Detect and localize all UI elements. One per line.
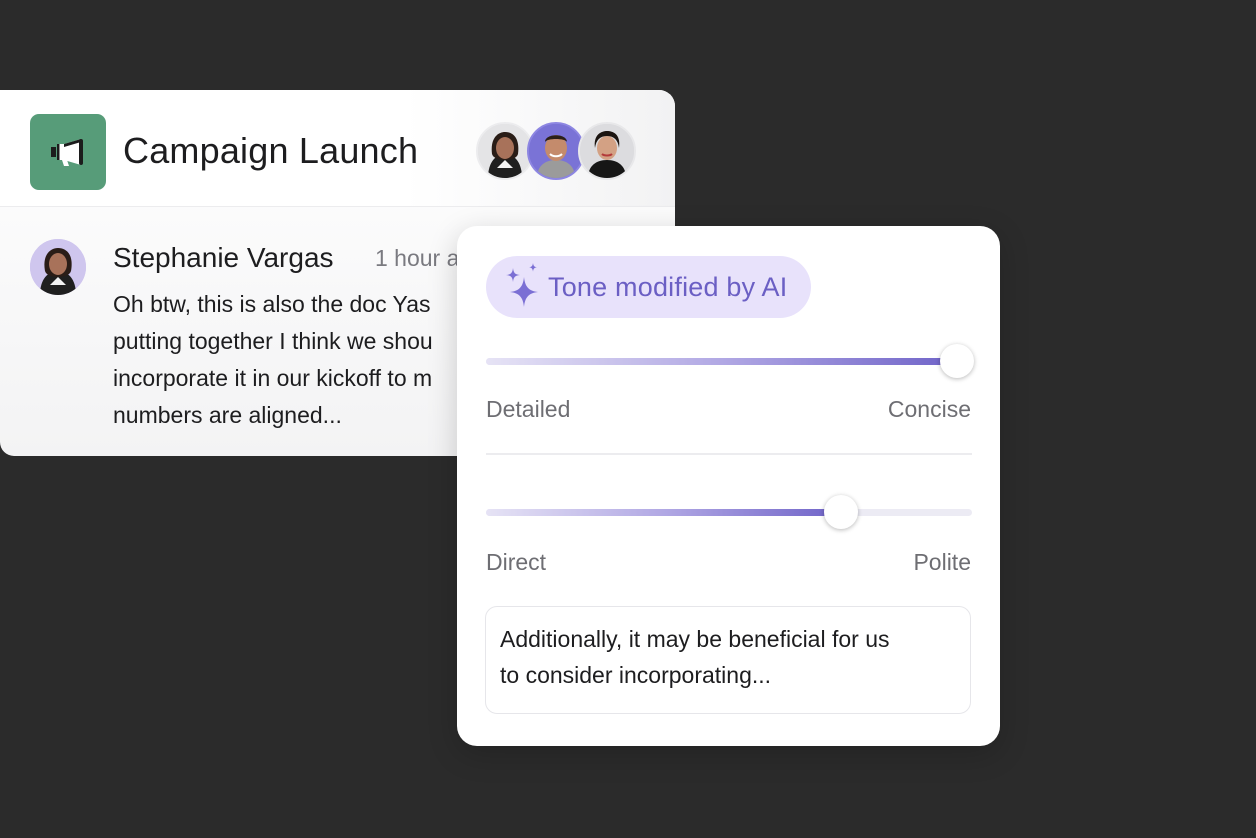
ai-tone-badge: Tone modified by AI bbox=[486, 256, 812, 318]
slider-label-concise: Concise bbox=[887, 396, 971, 422]
member-avatar-3[interactable] bbox=[578, 122, 636, 180]
project-title: Campaign Launch bbox=[123, 130, 419, 171]
slider-label-direct: Direct bbox=[486, 549, 547, 575]
comment-author-avatar[interactable] bbox=[30, 239, 86, 295]
slider-thumb[interactable] bbox=[823, 495, 858, 529]
ai-badge-label: Tone modified by AI bbox=[548, 271, 788, 302]
preview-line: to consider incorporating... bbox=[500, 662, 772, 688]
megaphone-icon[interactable] bbox=[30, 114, 106, 190]
detail-slider[interactable] bbox=[486, 343, 975, 379]
member-avatars bbox=[476, 122, 646, 180]
slider-label-polite: Polite bbox=[913, 549, 971, 575]
comment-author: Stephanie Vargas bbox=[113, 242, 334, 273]
comment-timestamp: 1 hour a bbox=[375, 245, 460, 271]
slider-thumb[interactable] bbox=[940, 344, 975, 378]
slider-fill bbox=[486, 509, 841, 516]
card-header: Campaign Launch bbox=[0, 90, 675, 207]
sparkle-icon bbox=[504, 262, 540, 312]
tone-panel: Tone modified by AI Detailed Concise Dir… bbox=[457, 226, 1000, 746]
slider-fill bbox=[486, 358, 958, 365]
preview-line: Additionally, it may be beneficial for u… bbox=[500, 626, 890, 652]
rewritten-text-preview[interactable]: Additionally, it may be beneficial for u… bbox=[485, 606, 971, 714]
politeness-slider[interactable] bbox=[486, 494, 972, 530]
member-avatar-1[interactable] bbox=[476, 122, 534, 180]
slider-label-detailed: Detailed bbox=[486, 396, 571, 422]
member-avatar-2[interactable] bbox=[527, 122, 585, 180]
divider bbox=[486, 453, 972, 455]
